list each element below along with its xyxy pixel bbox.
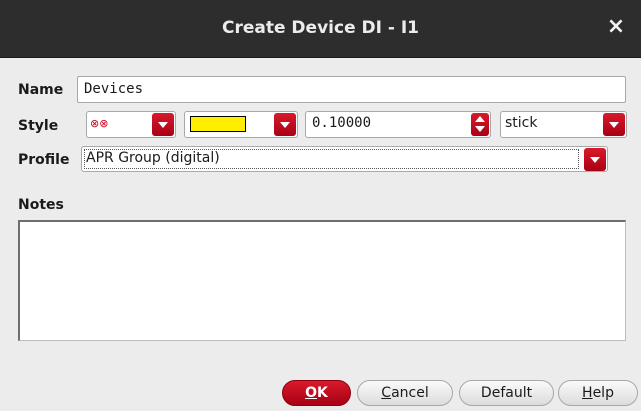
title-bar: Create Device DI - I1 × [0, 0, 641, 58]
line-style-value: stick [505, 115, 538, 131]
cancel-mnemonic: C [381, 385, 392, 401]
spin-up-icon[interactable] [475, 116, 485, 122]
default-button[interactable]: Default [459, 380, 554, 406]
line-style-dropdown-arrow[interactable] [603, 113, 625, 136]
width-spinbox[interactable]: 0.10000 [305, 111, 491, 138]
ok-button[interactable]: OK [282, 380, 351, 406]
profile-label: Profile [18, 152, 70, 168]
notes-textarea[interactable] [18, 220, 626, 341]
help-button[interactable]: Help [558, 380, 638, 406]
cancel-button[interactable]: Cancel [357, 380, 453, 406]
profile-select[interactable]: APR Group (digital) [81, 146, 608, 172]
width-value: 0.10000 [312, 115, 372, 131]
help-label-rest: elp [592, 385, 614, 401]
spin-down-icon[interactable] [475, 126, 485, 132]
width-spin-buttons[interactable] [471, 113, 489, 136]
help-mnemonic: H [582, 385, 593, 401]
color-swatch [190, 116, 246, 132]
pattern-select[interactable]: ⊗⊗ [86, 111, 176, 138]
color-dropdown-arrow[interactable] [274, 113, 296, 136]
cancel-label-rest: ancel [391, 385, 429, 401]
ok-mnemonic: O [305, 385, 318, 401]
name-input[interactable]: Devices [77, 76, 626, 103]
name-label: Name [18, 82, 64, 98]
ok-label-rest: K [317, 385, 328, 401]
close-icon[interactable]: × [606, 15, 626, 39]
color-select[interactable] [184, 111, 298, 138]
profile-value: APR Group (digital) [86, 150, 220, 166]
fill-pattern-icon: ⊗⊗ [90, 117, 109, 130]
dialog-title: Create Device DI - I1 [222, 18, 419, 38]
pattern-dropdown-arrow[interactable] [152, 113, 174, 136]
style-label: Style [18, 118, 59, 134]
profile-dropdown-arrow[interactable] [584, 148, 606, 171]
line-style-select[interactable]: stick [500, 111, 627, 138]
notes-label: Notes [18, 197, 64, 213]
